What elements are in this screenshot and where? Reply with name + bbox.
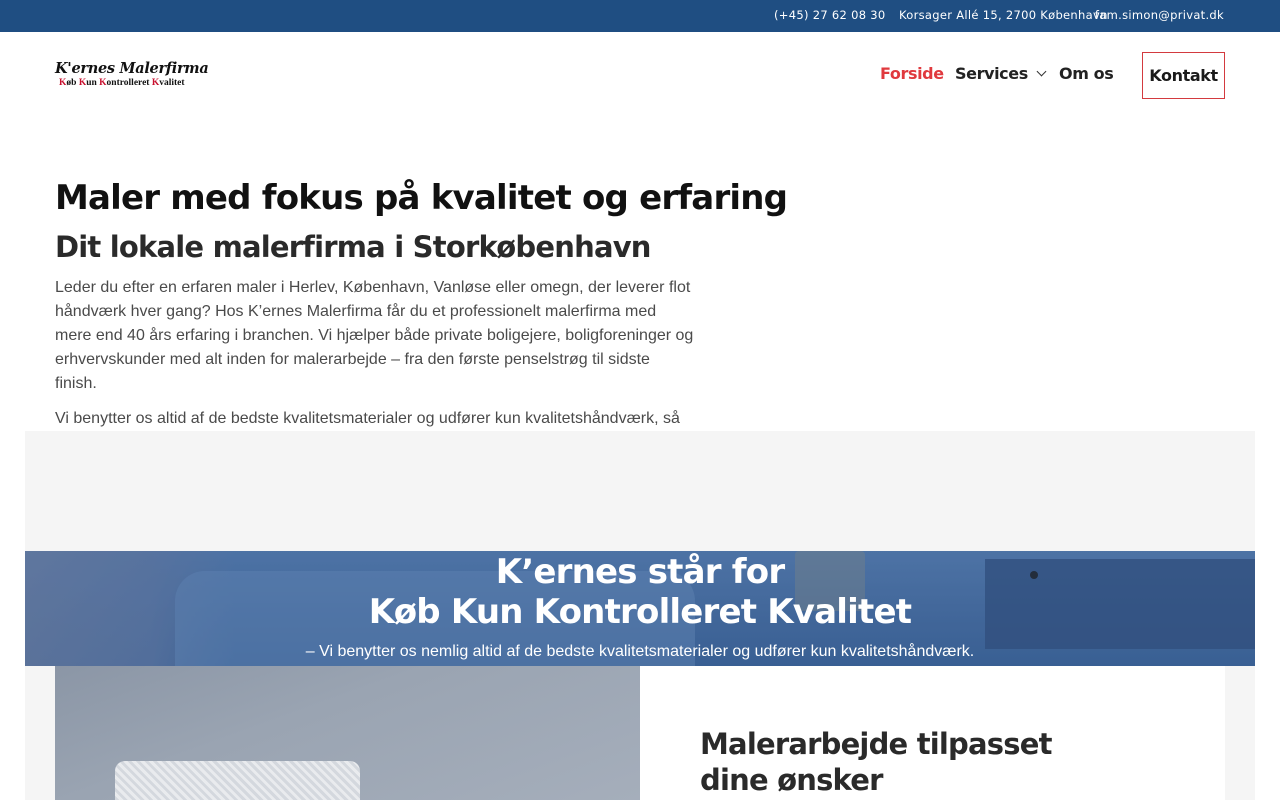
site-header: K'ernes Malerfirma Køb Kun Kontrolleret … (0, 32, 1280, 122)
logo-tagline: Køb Kun Kontrolleret Kvalitet (59, 78, 185, 88)
kontakt-button[interactable]: Kontakt (1142, 52, 1225, 99)
hero-subtitle: – Vi benytter os nemlig altid af de beds… (305, 643, 975, 660)
site-logo[interactable]: K'ernes Malerfirma Køb Kun Kontrolleret … (55, 60, 209, 91)
page-title: Maler med fokus på kvalitet og erfaring (55, 178, 788, 218)
section-heading: Malerarbejde tilpasset dine ønsker (700, 727, 1052, 797)
phone-link[interactable]: (+45) 27 62 08 30 (774, 8, 886, 22)
top-contact-bar: (+45) 27 62 08 30 Korsager Allé 15, 2700… (0, 0, 1280, 32)
section-divider (25, 431, 1255, 551)
nav-item-services[interactable]: Services (955, 64, 1047, 84)
paint-roller-image (55, 666, 640, 800)
page-subtitle: Dit lokale malerfirma i Storkøbenhavn (55, 230, 651, 264)
intro-paragraph: Leder du efter en erfaren maler i Herlev… (55, 279, 694, 392)
side-band-left (25, 666, 55, 800)
nav-item-om-os[interactable]: Om os (1059, 64, 1114, 84)
side-band-right (1225, 666, 1255, 800)
roller-shape (115, 761, 360, 800)
chevron-down-icon (1036, 66, 1047, 77)
address-text: Korsager Allé 15, 2700 København (899, 8, 1108, 22)
email-link[interactable]: fam.simon@privat.dk (1095, 8, 1224, 22)
nav-item-forside[interactable]: Forside (880, 64, 944, 84)
hero-title-line2: Køb Kun Kontrolleret Kvalitet (368, 592, 912, 632)
hero-title-line1: K’ernes står for (495, 552, 785, 592)
logo-name: K'ernes Malerfirma (55, 60, 209, 77)
